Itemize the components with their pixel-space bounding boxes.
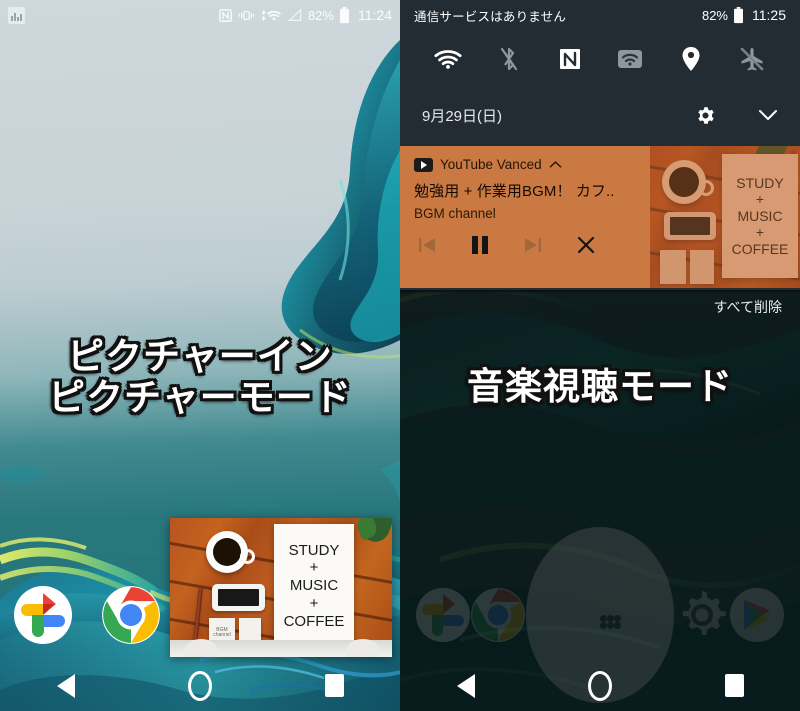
poster-line-2: MUSIC [289, 577, 339, 595]
recents-square-icon[interactable] [324, 674, 344, 697]
phone-prop [212, 584, 265, 611]
vibrate-icon [238, 8, 255, 23]
battery-full-icon [733, 6, 744, 24]
clock-left: 11:24 [358, 7, 392, 23]
location-tile[interactable] [674, 44, 708, 78]
quick-settings-row [400, 30, 800, 92]
battery-full-icon [339, 6, 350, 24]
media-controls [414, 232, 800, 258]
dock-icon-chrome[interactable] [102, 586, 160, 644]
annotation-music-mode: 音楽視聴モード [467, 366, 733, 407]
skip-previous-icon[interactable] [414, 232, 440, 258]
right-phone-panel: 通信サービスはありません 82% 11:25 9月29日(日) YouTube … [400, 0, 800, 711]
notification-app-name: YouTube Vanced [440, 157, 542, 172]
notification-card-youtube[interactable]: STUDY + MUSIC + COFFEE YouTube Vanced [400, 146, 800, 288]
screenshot-image-icon [8, 6, 25, 24]
wifi-icon [260, 8, 282, 23]
hotspot-icon [617, 48, 643, 75]
bluetooth-off-icon [498, 46, 520, 77]
poster-line-3: + [309, 594, 319, 612]
navigation-bar-left [0, 660, 400, 711]
back-triangle-icon[interactable] [456, 673, 475, 698]
youtube-icon [414, 157, 433, 172]
notification-title: 勉強用 + 作業用BGM！ カフ.. [414, 183, 615, 200]
skip-next-icon[interactable] [520, 232, 546, 258]
signal-no-service-icon [287, 7, 303, 23]
status-bar-left: 82% 11:24 [0, 0, 400, 30]
wifi-tile[interactable] [431, 44, 465, 78]
shade-date: 9月29日(日) [422, 107, 503, 125]
close-x-icon[interactable] [573, 232, 599, 258]
annotation-line-1: ピクチャーイン [67, 336, 333, 377]
notification-subtitle: BGM channel [414, 206, 496, 221]
pip-video-thumbnail: BGM channel STUDY + MUSIC + COFFEE [170, 518, 392, 657]
pause-icon[interactable] [467, 232, 493, 258]
poster-line-1: + [309, 559, 319, 577]
airplane-tile[interactable] [735, 44, 769, 78]
clear-all-button[interactable]: すべて削除 [400, 288, 800, 317]
poster-line-0: STUDY [288, 541, 340, 559]
carrier-text: 通信サービスはありません [414, 9, 567, 24]
notification-app-row: YouTube Vanced [414, 157, 800, 172]
poster-study-music-coffee: STUDY + MUSIC + COFFEE [274, 524, 354, 648]
annotation-line-2: ピクチャーモード [48, 377, 352, 419]
battery-percent-right: 82% [701, 7, 728, 23]
poster-line-4: COFFEE [283, 612, 345, 630]
recents-square-icon[interactable] [724, 674, 744, 697]
bluetooth-tile[interactable] [492, 44, 526, 78]
dual-phone-screenshot: 82% 11:24 ピクチャーイン ピクチャーモード BGM channel S… [0, 0, 800, 711]
battery-percent-left: 82% [307, 7, 334, 23]
annotation-pip-mode: ピクチャーイン ピクチャーモード [0, 336, 400, 419]
clock-right: 11:25 [752, 7, 786, 23]
hotspot-tile[interactable] [613, 44, 647, 78]
chevron-down-icon[interactable] [758, 109, 778, 122]
picture-in-picture-window[interactable]: BGM channel STUDY + MUSIC + COFFEE [170, 518, 392, 657]
wifi-icon [434, 48, 462, 75]
gear-icon[interactable] [695, 105, 716, 126]
chevron-up-icon[interactable] [549, 160, 562, 169]
home-circle-icon[interactable] [587, 670, 612, 701]
home-circle-icon[interactable] [187, 670, 212, 701]
nfc-tile[interactable] [553, 44, 587, 78]
location-pin-icon [681, 46, 701, 77]
notification-shade: 通信サービスはありません 82% 11:25 9月29日(日) YouTube … [400, 0, 800, 317]
status-bar-right: 通信サービスはありません 82% 11:25 [400, 0, 800, 30]
shade-date-row: 9月29日(日) [400, 92, 800, 138]
back-triangle-icon[interactable] [56, 673, 75, 698]
left-phone-panel: 82% 11:24 ピクチャーイン ピクチャーモード BGM channel S… [0, 0, 400, 711]
navigation-bar-right [400, 660, 800, 711]
cup-handle [240, 549, 255, 564]
nfc-icon [558, 47, 582, 76]
bgm-card-text: BGM channel [213, 626, 231, 638]
nfc-icon [218, 8, 233, 23]
dock-icon-google-photos[interactable] [14, 586, 72, 644]
pen-prop [193, 587, 203, 643]
airplane-off-icon [739, 46, 765, 77]
